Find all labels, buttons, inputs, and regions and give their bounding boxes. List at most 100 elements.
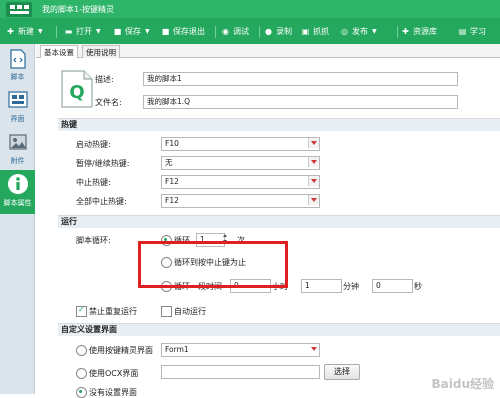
auto-run-checkbox[interactable] bbox=[161, 306, 172, 317]
open-menu-label: 打开 bbox=[76, 26, 92, 36]
description-label: 描述: bbox=[95, 75, 114, 84]
ui-form-select[interactable]: Form1 bbox=[161, 343, 320, 357]
tab-strip: 基本设置 使用说明 bbox=[36, 44, 500, 60]
stop-hotkey-select[interactable]: F12 bbox=[161, 175, 320, 189]
browse-label: 选择 bbox=[334, 367, 350, 376]
stop-hotkey-label: 中止热键: bbox=[76, 178, 111, 187]
sidebar: 脚本 界面 附件 脚本属性 bbox=[0, 44, 35, 394]
dropdown-arrow-icon[interactable] bbox=[309, 344, 319, 354]
seconds-input[interactable]: 0 bbox=[372, 279, 413, 293]
minutes-value: 1 bbox=[305, 281, 310, 290]
hotkeys-section-header: 热键 bbox=[58, 118, 500, 131]
no-ui-radio[interactable] bbox=[76, 387, 87, 398]
script-icon bbox=[10, 49, 26, 69]
learn-icon: ▤ bbox=[458, 26, 467, 36]
learn-button[interactable]: ▤ 学习 bbox=[458, 24, 486, 38]
no-ui-label: 没有设置界面 bbox=[89, 388, 137, 397]
sidebar-item-attachment[interactable]: 附件 bbox=[0, 128, 35, 170]
use-builtin-ui-radio[interactable] bbox=[76, 345, 87, 356]
seconds-value: 0 bbox=[376, 281, 381, 290]
dropdown-arrow-icon[interactable] bbox=[308, 176, 319, 186]
plus-icon: ✚ bbox=[7, 26, 14, 36]
new-menu-label: 新建 bbox=[18, 26, 34, 36]
save-icon: ■ bbox=[113, 26, 122, 36]
resource-button[interactable]: ✚ 资源库 bbox=[401, 24, 437, 38]
sidebar-item-script[interactable]: 脚本 bbox=[0, 44, 35, 86]
start-hotkey-label: 启动热键: bbox=[76, 140, 111, 149]
record-label: 录制 bbox=[276, 26, 292, 36]
capture-icon: ▣ bbox=[301, 26, 310, 36]
no-repeat-label: 禁止重复运行 bbox=[89, 307, 137, 316]
no-repeat-checkbox[interactable] bbox=[76, 305, 87, 317]
window-title: 我的脚本1-按键精灵 bbox=[42, 5, 114, 14]
open-menu[interactable]: ▬ 打开 ▼ bbox=[64, 24, 101, 38]
save-exit-label: 保存退出 bbox=[173, 26, 205, 36]
pause-hotkey-select[interactable]: 无 bbox=[161, 156, 320, 170]
stop-all-hotkey-label: 全部中止热键: bbox=[76, 197, 127, 206]
seconds-unit: 秒 bbox=[414, 282, 422, 291]
pause-hotkey-value: 无 bbox=[165, 158, 173, 167]
sidebar-item-label: 脚本属性 bbox=[3, 199, 32, 207]
section-title: 自定义设置界面 bbox=[61, 325, 117, 334]
sidebar-item-label: 脚本 bbox=[10, 73, 25, 81]
script-file-letter: Q bbox=[69, 82, 84, 103]
custom-ui-section-header: 自定义设置界面 bbox=[58, 323, 500, 336]
sidebar-item-script-properties[interactable]: 脚本属性 bbox=[0, 170, 35, 214]
filename-value: 我的脚本1.Q bbox=[147, 97, 191, 106]
record-icon: ● bbox=[265, 26, 272, 36]
toolbar-divider bbox=[259, 26, 260, 38]
debug-label: 调试 bbox=[233, 26, 249, 36]
publish-menu[interactable]: ◎ 发布 ▼ bbox=[340, 24, 377, 38]
save-exit-button[interactable]: ■ 保存退出 bbox=[161, 24, 205, 38]
toolbar-divider bbox=[56, 26, 57, 38]
ui-form-value: Form1 bbox=[165, 345, 189, 354]
resource-label: 资源库 bbox=[413, 26, 437, 36]
sidebar-item-label: 附件 bbox=[10, 157, 25, 165]
resource-icon: ✚ bbox=[402, 26, 409, 36]
dropdown-arrow-icon[interactable] bbox=[308, 195, 319, 205]
dropdown-arrow-icon[interactable] bbox=[308, 157, 319, 167]
pause-hotkey-label: 暂停/继续热键: bbox=[76, 159, 130, 168]
chevron-down-icon: ▼ bbox=[38, 27, 43, 35]
interface-icon bbox=[8, 91, 28, 108]
record-button[interactable]: ● 录制 bbox=[264, 24, 292, 38]
chevron-down-icon: ▼ bbox=[372, 27, 377, 35]
minutes-unit: 分钟 bbox=[343, 282, 359, 291]
debug-button[interactable]: ◉ 调试 bbox=[221, 24, 249, 38]
section-title: 热键 bbox=[61, 120, 77, 129]
toolbar: ✚ 新建 ▼ ▬ 打开 ▼ ■ 保存 ▼ ■ 保存退出 ◉ 调试 ● 录制 ▣ … bbox=[0, 18, 500, 44]
toolbar-divider bbox=[397, 26, 398, 38]
capture-button[interactable]: ▣ 抓抓 bbox=[301, 24, 329, 38]
save-exit-icon: ■ bbox=[161, 26, 170, 36]
dropdown-arrow-icon[interactable] bbox=[308, 138, 319, 148]
minutes-input[interactable]: 1 bbox=[301, 279, 342, 293]
use-ocx-ui-radio[interactable] bbox=[76, 368, 87, 379]
start-hotkey-value: F10 bbox=[165, 139, 179, 148]
app-logo-icon bbox=[6, 2, 32, 17]
use-ocx-ui-label: 使用OCX界面 bbox=[89, 369, 139, 378]
description-input[interactable]: 我的脚本1 bbox=[143, 72, 458, 86]
ocx-path-input[interactable] bbox=[161, 365, 320, 379]
stop-all-hotkey-select[interactable]: F12 bbox=[161, 194, 320, 208]
new-menu[interactable]: ✚ 新建 ▼ bbox=[6, 24, 43, 38]
title-bar: 我的脚本1-按键精灵 bbox=[0, 0, 500, 18]
tab-label: 使用说明 bbox=[86, 48, 116, 57]
save-menu[interactable]: ■ 保存 ▼ bbox=[113, 24, 150, 38]
chevron-down-icon: ▼ bbox=[145, 27, 150, 35]
highlight-box bbox=[138, 241, 288, 288]
info-icon bbox=[8, 174, 28, 194]
script-file-icon: Q bbox=[61, 70, 93, 108]
filename-input[interactable]: 我的脚本1.Q bbox=[143, 95, 458, 109]
loop-label: 脚本循环: bbox=[76, 236, 111, 245]
tab-label: 基本设置 bbox=[44, 48, 74, 57]
start-hotkey-select[interactable]: F10 bbox=[161, 137, 320, 151]
watermark: Baidu经验 bbox=[431, 377, 495, 391]
save-menu-label: 保存 bbox=[125, 26, 141, 36]
browse-button[interactable]: 选择 bbox=[324, 364, 360, 380]
toolbar-divider bbox=[215, 26, 216, 38]
filename-label: 文件名: bbox=[95, 98, 122, 107]
tab-instructions[interactable]: 使用说明 bbox=[82, 45, 120, 59]
stop-hotkey-value: F12 bbox=[165, 177, 179, 186]
sidebar-item-interface[interactable]: 界面 bbox=[0, 86, 35, 128]
publish-label: 发布 bbox=[352, 26, 368, 36]
